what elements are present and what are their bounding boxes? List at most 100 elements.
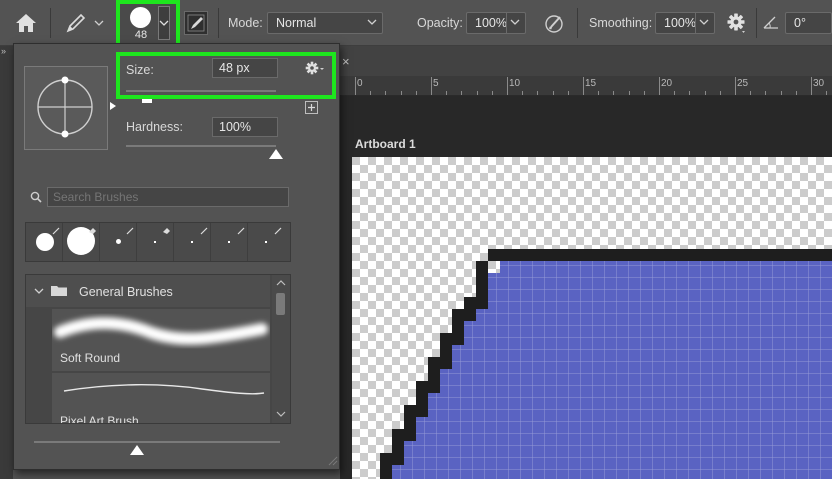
scrollbar-thumb[interactable] (276, 293, 285, 315)
ruler-minor-tick (598, 91, 600, 95)
chevron-down-icon (34, 288, 44, 294)
ruler-minor-tick (522, 91, 524, 95)
brush-angle-preview[interactable] (24, 66, 108, 150)
tools-panel-edge: » (0, 46, 13, 479)
ruler-minor-tick (415, 91, 417, 95)
ruler-tick-label: 10 (509, 78, 521, 89)
ruler-minor-tick (719, 91, 721, 95)
smoothing-value: 100% (664, 16, 696, 30)
pressure-opacity-button[interactable] (543, 11, 567, 35)
angle-value: 0° (794, 16, 806, 30)
ruler-tick-label: 25 (737, 78, 749, 89)
artboard-title[interactable]: Artboard 1 (355, 137, 416, 151)
pressure-brush-icon (545, 15, 563, 33)
recent-brush-6[interactable] (211, 223, 248, 261)
pixel-art-outline (440, 333, 452, 369)
home-button[interactable] (12, 10, 40, 36)
document-tab-strip: × (340, 46, 832, 76)
smoothing-settings-button[interactable] (725, 11, 749, 35)
add-preset-button[interactable] (305, 101, 318, 114)
highlight-brush-picker (116, 0, 180, 47)
ruler-minor-tick (826, 91, 828, 95)
ruler-tick-label: 30 (813, 78, 825, 89)
chevron-down-icon[interactable] (698, 16, 710, 28)
ruler-minor-tick (400, 91, 402, 95)
brush-list: General Brushes Soft Round Pixel Art Bru… (25, 274, 291, 424)
search-icon (30, 191, 42, 203)
brush-settings-icon (187, 14, 205, 32)
folder-icon (51, 286, 67, 296)
ruler-tick-label: 0 (357, 78, 363, 89)
brush-item-pixel-art[interactable]: Pixel Art Brush (52, 373, 270, 424)
highlight-size-field (116, 52, 336, 99)
gear-icon (727, 13, 745, 33)
ruler-minor-tick (795, 91, 797, 95)
pixel-art-outline (404, 405, 416, 441)
ruler-minor-tick (552, 91, 554, 95)
hardness-slider-thumb[interactable] (269, 149, 283, 159)
hardness-input[interactable]: 100% (212, 117, 278, 137)
resize-grip-icon[interactable] (326, 454, 338, 466)
brush-item-label: Pixel Art Brush (60, 414, 139, 424)
pixel-art-outline (464, 297, 476, 321)
artboard-canvas[interactable] (352, 157, 832, 479)
recent-brush-7[interactable] (248, 223, 285, 261)
close-tab-icon[interactable]: × (342, 54, 350, 69)
ruler-minor-tick (643, 91, 645, 95)
brush-item-label: Soft Round (60, 351, 121, 365)
ruler-tick-label: 20 (661, 78, 673, 89)
angle-icon (763, 16, 778, 29)
preview-size-slider-track[interactable] (34, 441, 280, 443)
scroll-down-icon[interactable] (276, 411, 286, 418)
ruler-minor-tick (476, 91, 478, 95)
brush-angle-icon (37, 76, 93, 138)
hardness-slider-track[interactable] (126, 145, 276, 147)
recent-brushes-row (25, 222, 291, 262)
opacity-field[interactable]: 100% (466, 12, 526, 34)
eraser-icon (89, 228, 96, 234)
chevron-down-icon[interactable] (509, 16, 521, 28)
opacity-value: 100% (475, 16, 507, 30)
brush-list-scrollbar[interactable] (272, 275, 290, 423)
ruler-major-tick (431, 77, 432, 95)
scroll-up-icon[interactable] (276, 279, 286, 286)
mode-select[interactable]: Normal (267, 12, 383, 34)
ruler-tick-label: 5 (433, 78, 439, 89)
horizontal-ruler[interactable]: 0 5 10 15 20 25 30 (340, 76, 832, 96)
brush-icon (274, 227, 282, 235)
ruler-minor-tick (628, 91, 630, 95)
brush-group-header[interactable]: General Brushes (26, 275, 270, 307)
options-bar: 48 Mode: Normal Opacity: 100% Smoothing: (0, 0, 832, 47)
angle-field[interactable]: 0° (785, 12, 832, 34)
search-brushes-input[interactable] (47, 187, 289, 207)
mode-value: Normal (276, 16, 317, 30)
recent-brush-5[interactable] (174, 223, 211, 261)
ruler-minor-tick (385, 91, 387, 95)
brush-icon (126, 227, 134, 235)
ruler-minor-tick (461, 91, 463, 95)
opacity-label: Opacity: (417, 16, 463, 30)
recent-brush-3[interactable] (100, 223, 137, 261)
brush-item-soft-round[interactable]: Soft Round (52, 309, 270, 371)
pixel-art-outline (392, 429, 404, 465)
pixel-art-stroke-preview (63, 384, 265, 395)
smoothing-field[interactable]: 100% (655, 12, 715, 34)
ruler-major-tick (507, 77, 508, 95)
brush-settings-button[interactable] (184, 11, 208, 35)
ruler-minor-tick (613, 91, 615, 95)
recent-brush-4[interactable] (137, 223, 174, 261)
ruler-major-tick (811, 77, 812, 95)
panel-collapse-arrows[interactable]: » (1, 46, 6, 56)
ruler-tick-label: 15 (585, 78, 597, 89)
tool-preset-picker[interactable] (62, 10, 108, 36)
recent-brush-2[interactable] (63, 223, 100, 261)
pixel-art-outline (416, 381, 428, 417)
ruler-minor-tick (704, 91, 706, 95)
recent-brush-1[interactable] (26, 223, 63, 261)
preview-size-slider-thumb[interactable] (130, 445, 145, 455)
pixel-art-outline (428, 357, 440, 393)
soft-round-stroke-preview (54, 317, 268, 345)
brush-icon (200, 227, 208, 235)
preview-arrow-icon[interactable] (109, 101, 117, 111)
ruler-minor-tick (446, 91, 448, 95)
